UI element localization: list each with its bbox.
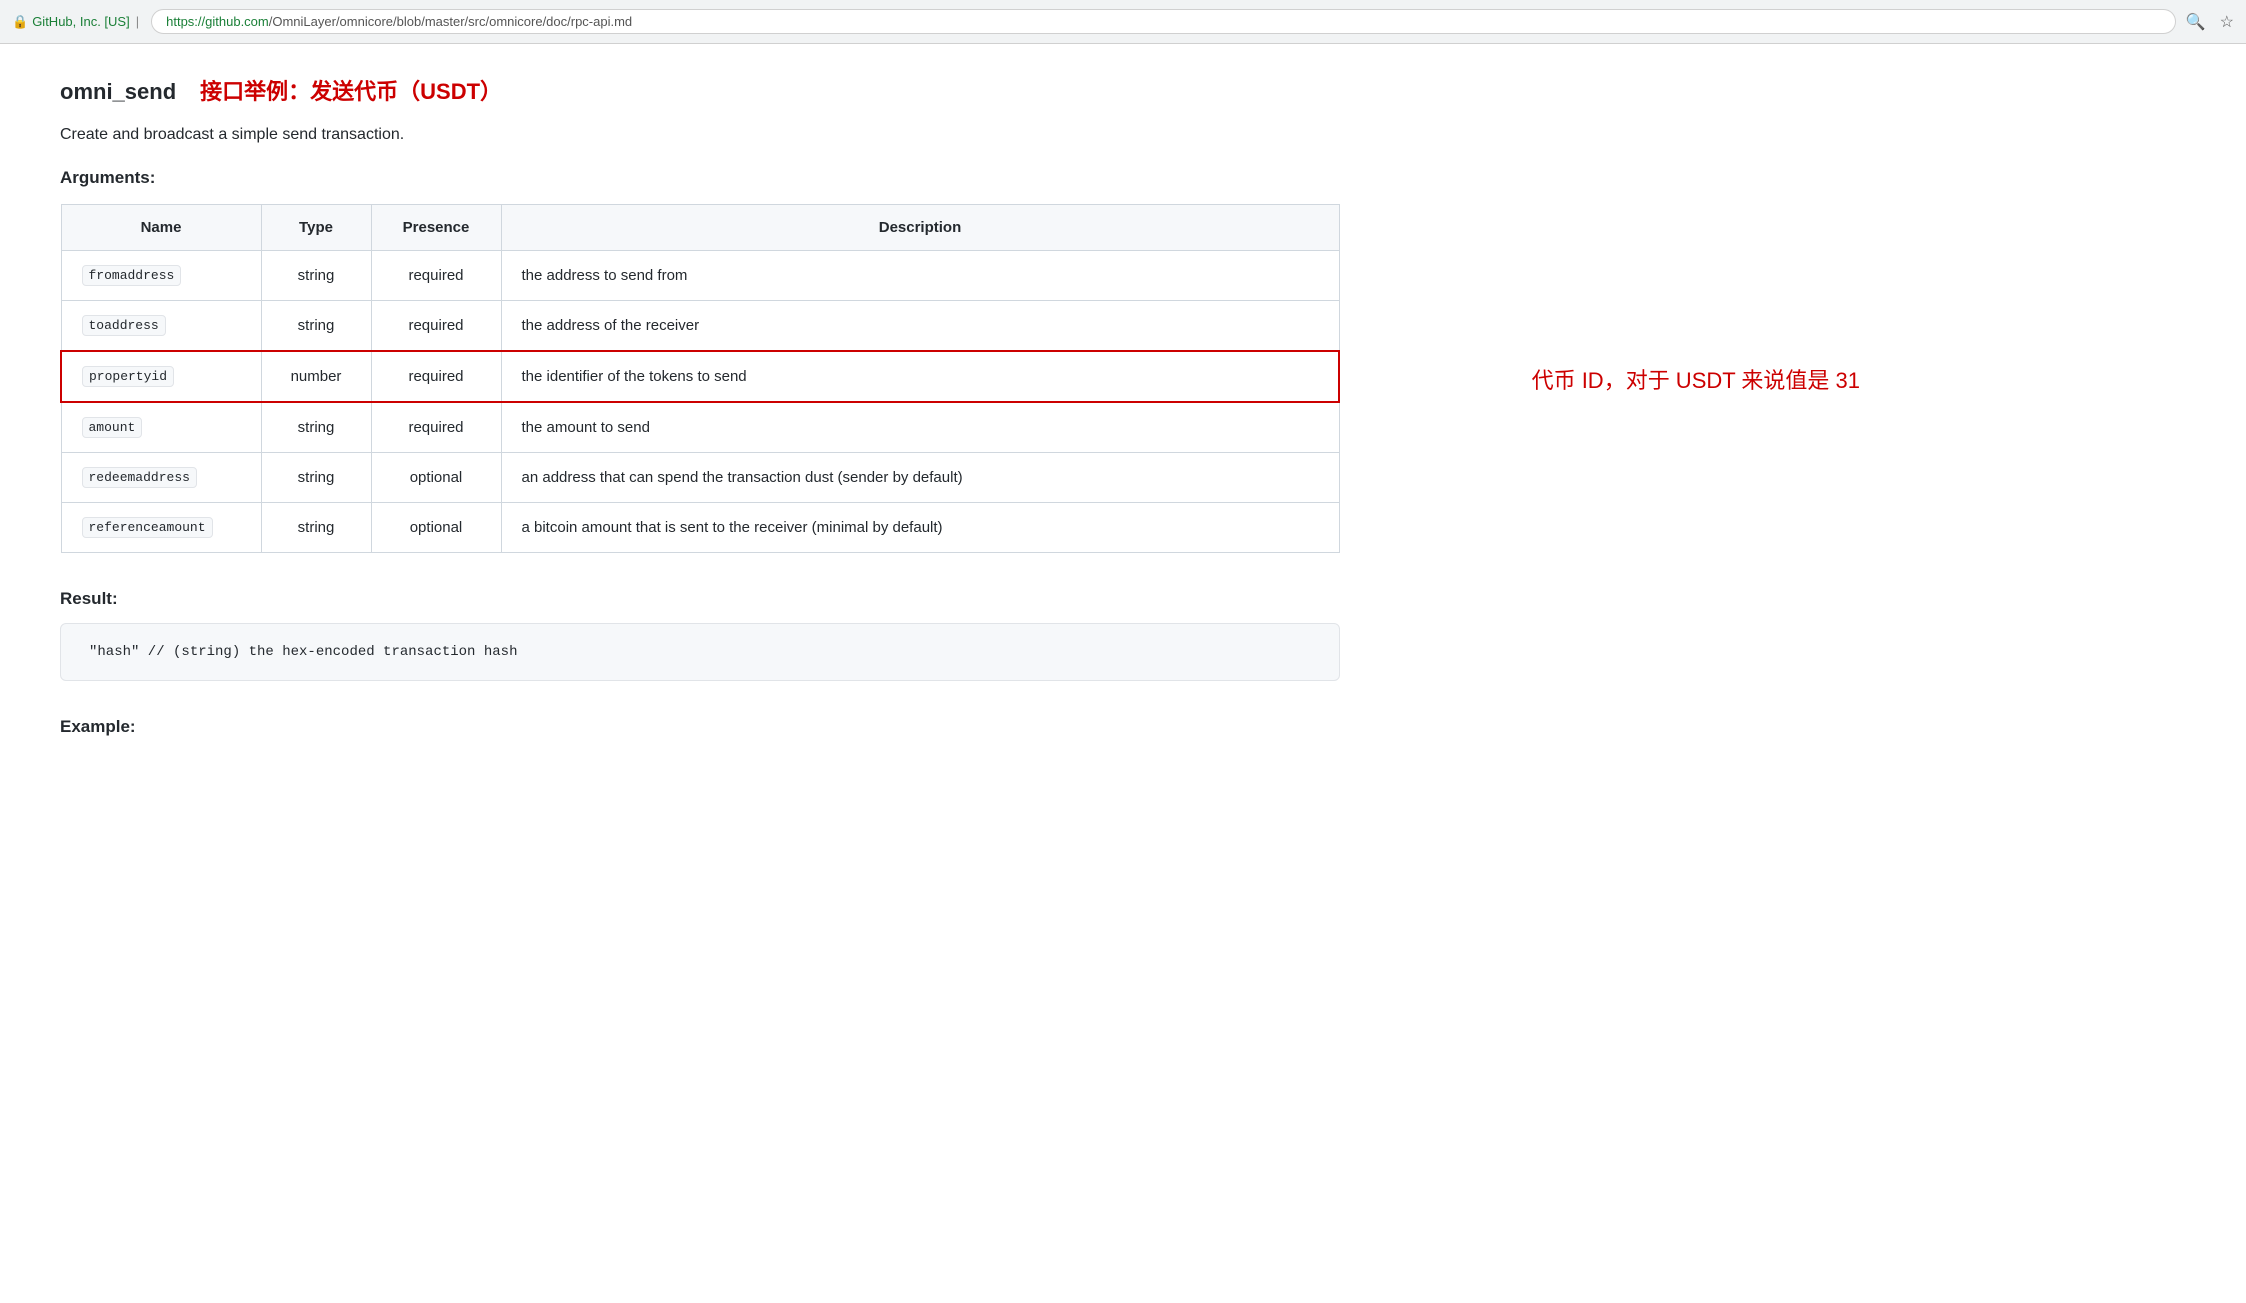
arguments-heading: Arguments: bbox=[60, 168, 1340, 188]
cell-presence: optional bbox=[371, 453, 501, 503]
highlighted-row-annotation: 代币 ID，对于 USDT 来说值是 31 bbox=[1532, 363, 1860, 395]
cell-name: propertyid bbox=[61, 351, 261, 402]
col-header-presence: Presence bbox=[371, 205, 501, 251]
browser-icons: 🔍 ☆ bbox=[2186, 12, 2234, 32]
cell-presence: required bbox=[371, 301, 501, 352]
param-name-code: fromaddress bbox=[82, 265, 182, 286]
param-name-code: referenceamount bbox=[82, 517, 213, 538]
cell-description: the address to send from bbox=[501, 251, 1339, 301]
cell-description: an address that can spend the transactio… bbox=[501, 453, 1339, 503]
col-header-description: Description bbox=[501, 205, 1339, 251]
param-name-code: propertyid bbox=[82, 366, 174, 387]
url-bar[interactable]: https://github.com /OmniLayer/omnicore/b… bbox=[151, 9, 2176, 34]
security-badge: 🔒 GitHub, Inc. [US] | bbox=[12, 14, 141, 30]
param-name-code: toaddress bbox=[82, 315, 166, 336]
param-name-code: amount bbox=[82, 417, 143, 438]
cell-type: string bbox=[261, 503, 371, 553]
param-name-code: redeemaddress bbox=[82, 467, 197, 488]
cell-description: the identifier of the tokens to send bbox=[501, 351, 1339, 402]
cell-description: the address of the receiver bbox=[501, 301, 1339, 352]
result-heading: Result: bbox=[60, 589, 1340, 609]
page-title: omni_send bbox=[60, 79, 176, 105]
cell-name: fromaddress bbox=[61, 251, 261, 301]
table-header-row: Name Type Presence Description bbox=[61, 205, 1339, 251]
table-row: propertyid numberrequiredthe identifier o… bbox=[61, 351, 1339, 402]
cell-description: a bitcoin amount that is sent to the rec… bbox=[501, 503, 1339, 553]
page-content: omni_send 接口举例：发送代币（USDT） Create and bro… bbox=[0, 44, 1400, 797]
browser-chrome: 🔒 GitHub, Inc. [US] | https://github.com… bbox=[0, 0, 2246, 44]
page-subtitle: 接口举例：发送代币（USDT） bbox=[200, 74, 502, 106]
cell-type: string bbox=[261, 251, 371, 301]
lock-icon: 🔒 bbox=[12, 14, 28, 30]
cell-name: amount bbox=[61, 402, 261, 453]
table-row: amount stringrequiredthe amount to send bbox=[61, 402, 1339, 453]
cell-name: referenceamount bbox=[61, 503, 261, 553]
cell-type: string bbox=[261, 301, 371, 352]
example-heading: Example: bbox=[60, 717, 1340, 737]
separator: | bbox=[136, 14, 139, 29]
bookmark-icon[interactable]: ☆ bbox=[2220, 12, 2234, 32]
cell-presence: required bbox=[371, 251, 501, 301]
security-label: GitHub, Inc. [US] bbox=[32, 14, 130, 29]
table-row: redeemaddress stringoptionalan address th… bbox=[61, 453, 1339, 503]
cell-description: the amount to send bbox=[501, 402, 1339, 453]
table-container: Name Type Presence Description fromaddre… bbox=[60, 204, 1340, 553]
url-path: /OmniLayer/omnicore/blob/master/src/omni… bbox=[269, 14, 632, 29]
col-header-type: Type bbox=[261, 205, 371, 251]
cell-type: number bbox=[261, 351, 371, 402]
result-code-block: "hash" // (string) the hex-encoded trans… bbox=[60, 623, 1340, 681]
cell-presence: required bbox=[371, 402, 501, 453]
title-row: omni_send 接口举例：发送代币（USDT） bbox=[60, 74, 1340, 106]
search-icon[interactable]: 🔍 bbox=[2186, 12, 2206, 32]
col-header-name: Name bbox=[61, 205, 261, 251]
table-row: toaddress stringrequiredthe address of th… bbox=[61, 301, 1339, 352]
result-code: "hash" // (string) the hex-encoded trans… bbox=[89, 644, 517, 660]
cell-type: string bbox=[261, 402, 371, 453]
cell-presence: optional bbox=[371, 503, 501, 553]
cell-name: redeemaddress bbox=[61, 453, 261, 503]
table-row: fromaddress stringrequiredthe address to … bbox=[61, 251, 1339, 301]
arguments-table: Name Type Presence Description fromaddre… bbox=[60, 204, 1340, 553]
table-row: referenceamount stringoptionala bitcoin a… bbox=[61, 503, 1339, 553]
cell-presence: required bbox=[371, 351, 501, 402]
page-description: Create and broadcast a simple send trans… bbox=[60, 126, 1340, 144]
url-domain: https://github.com bbox=[166, 14, 269, 29]
cell-type: string bbox=[261, 453, 371, 503]
cell-name: toaddress bbox=[61, 301, 261, 352]
